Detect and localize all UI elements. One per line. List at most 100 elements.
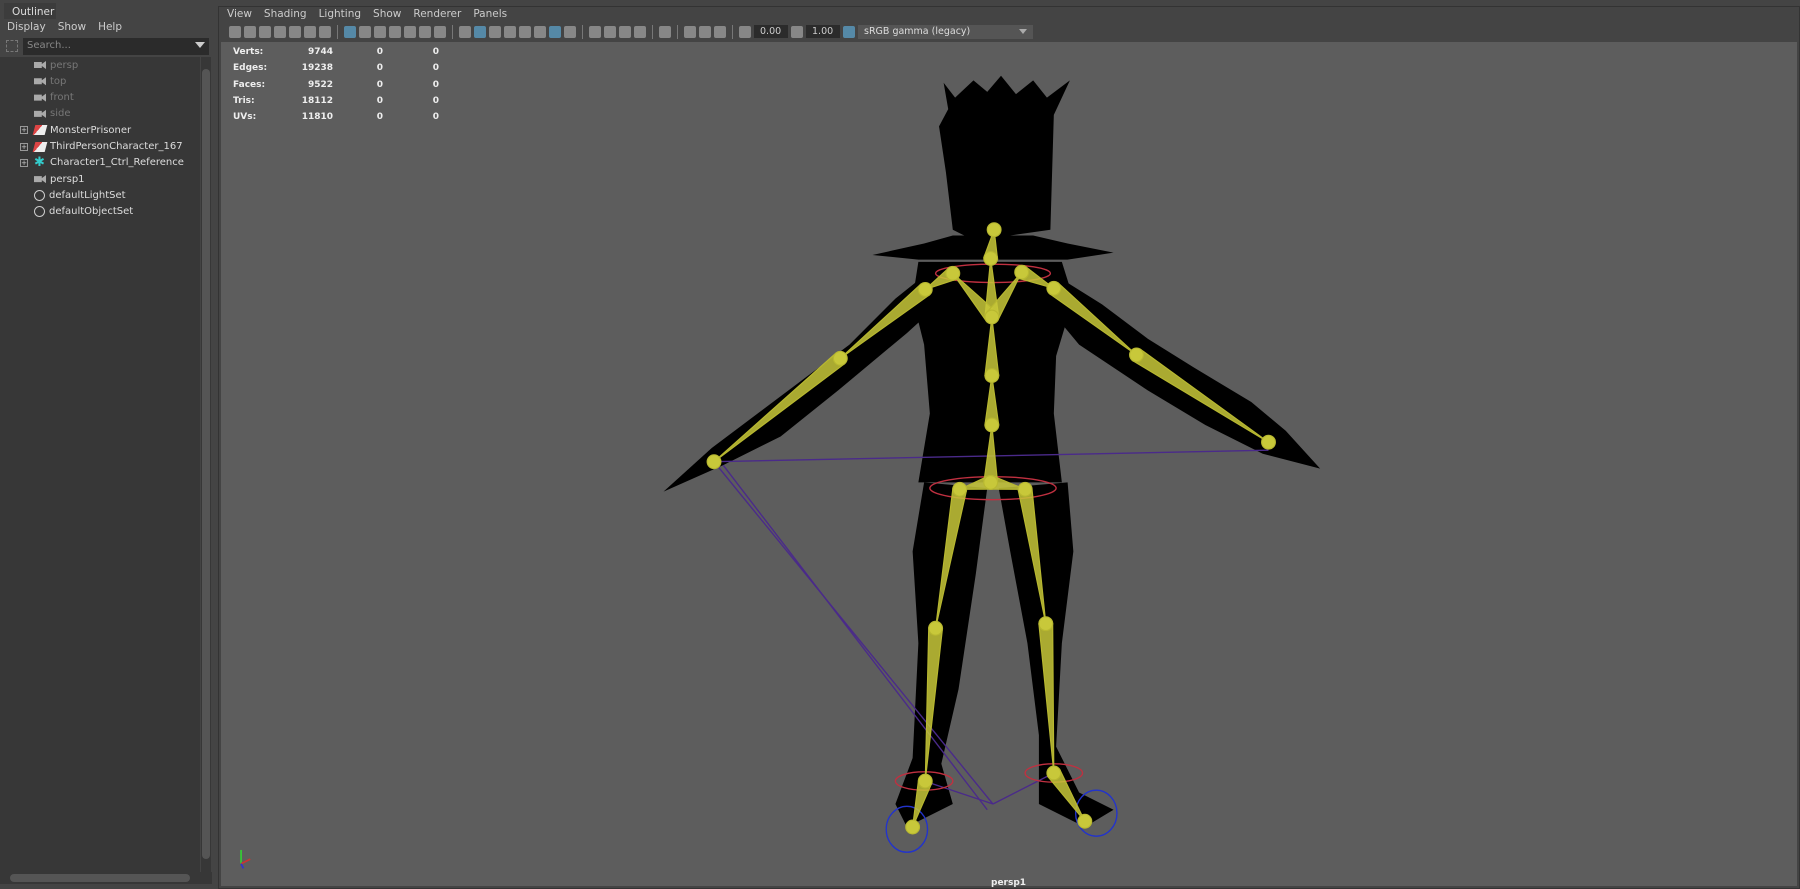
camera-icon [34, 61, 46, 69]
color-management-icon[interactable] [843, 25, 855, 38]
outliner-item[interactable]: defaultObjectSet [20, 204, 133, 220]
gamma-input[interactable]: 1.00 [806, 25, 840, 38]
outliner-item[interactable]: front [20, 90, 74, 106]
filter-icon[interactable] [6, 40, 18, 52]
hud-row: Faces: 9522 0 0 [233, 77, 439, 93]
hud-value: 0 [432, 96, 439, 107]
image-plane-icon[interactable] [289, 25, 301, 38]
color-space-dropdown[interactable]: sRGB gamma (legacy) [858, 24, 1033, 39]
outliner-item[interactable]: + ThirdPersonCharacter_167 [20, 139, 183, 155]
outliner-item[interactable]: top [20, 73, 66, 89]
anti-alias-icon[interactable] [619, 25, 631, 38]
safe-action-icon[interactable] [419, 25, 431, 38]
camera-attr-icon[interactable] [259, 25, 271, 38]
camera-name: persp1 [991, 878, 1027, 888]
outliner-item-label: MonsterPrisoner [50, 124, 132, 136]
menu-show[interactable]: Show [373, 8, 401, 21]
3d-viewport[interactable]: Verts: 9744 0 0 Edges: 19238 0 0 Faces: 9522 0 0 Tri… [221, 42, 1797, 888]
menu-help[interactable]: Help [98, 21, 122, 35]
search-placeholder: Search... [27, 40, 71, 51]
hud-label: Edges: [233, 63, 268, 74]
wireframe-on-shaded-icon[interactable] [519, 25, 531, 38]
menu-show[interactable]: Show [58, 21, 86, 35]
outliner-item[interactable]: defaultLightSet [20, 187, 126, 203]
exposure-input[interactable]: 0.00 [754, 25, 788, 38]
menu-renderer[interactable]: Renderer [413, 8, 461, 21]
default-material-icon[interactable] [489, 25, 501, 38]
grease-pencil-icon[interactable] [319, 25, 331, 38]
search-dropdown-icon[interactable] [195, 42, 205, 48]
xray-active-icon[interactable] [699, 25, 711, 38]
isolate-select-icon[interactable] [659, 25, 671, 38]
outliner-item[interactable]: + ✱ Character1_Ctrl_Reference [20, 155, 184, 171]
outliner-list: persp top front side + MonsterPrisoner + ThirdP… [0, 57, 200, 872]
hik-reference-icon: ✱ [34, 154, 45, 170]
grid-icon[interactable] [344, 25, 356, 38]
expand-icon[interactable]: + [20, 142, 28, 151]
poly-count-hud: Verts: 9744 0 0 Edges: 19238 0 0 Faces: 9522 0 0 Tri… [233, 44, 439, 125]
toolbar-separator [337, 24, 338, 39]
outliner-item-label: Character1_Ctrl_Reference [50, 157, 184, 169]
xray-joints-icon[interactable] [684, 25, 696, 38]
search-input[interactable]: Search... [23, 38, 209, 55]
camera-icon [34, 175, 46, 184]
textured-icon[interactable] [534, 25, 546, 38]
depth-of-field-icon[interactable] [634, 25, 646, 38]
menu-panels[interactable]: Panels [473, 8, 507, 21]
expand-icon[interactable]: + [20, 158, 28, 167]
hud-label: Faces: [233, 79, 266, 90]
shadows-icon[interactable] [564, 25, 576, 38]
camera-icon[interactable] [229, 25, 241, 38]
exposure-icon[interactable] [739, 25, 751, 38]
hud-toggle-icon[interactable] [714, 25, 726, 38]
xray-icon[interactable] [504, 25, 516, 38]
hud-value: 0 [432, 79, 439, 90]
toolbar-separator [452, 24, 453, 39]
2d-pan-icon[interactable] [304, 25, 316, 38]
outliner-item-label: defaultObjectSet [49, 206, 134, 218]
hud-label: UVs: [233, 112, 257, 123]
menu-lighting[interactable]: Lighting [319, 8, 361, 21]
motion-blur-icon[interactable] [604, 25, 616, 38]
outliner-menubar: Display Show Help [0, 19, 212, 37]
outliner-item[interactable]: persp [20, 57, 78, 73]
gamma-icon[interactable] [791, 25, 803, 38]
menu-display[interactable]: Display [7, 21, 46, 35]
hud-label: Tris: [233, 96, 255, 107]
lock-camera-icon[interactable] [244, 25, 256, 38]
gate-mask-icon[interactable] [389, 25, 401, 38]
outliner-item-label: persp [50, 59, 79, 71]
hud-row: Tris: 18112 0 0 [233, 93, 439, 109]
viewport-panel: View Shading Lighting Show Renderer Pane… [218, 6, 1800, 889]
film-gate-icon[interactable] [359, 25, 371, 38]
horizontal-scrollbar[interactable] [0, 872, 212, 884]
menu-view[interactable]: View [227, 8, 252, 21]
hud-label: Verts: [233, 47, 264, 58]
hud-value: 9522 [307, 79, 333, 90]
set-icon [34, 206, 45, 218]
hud-value: 0 [376, 63, 383, 74]
mesh-transform-icon [32, 141, 48, 152]
use-lights-icon[interactable] [549, 25, 561, 38]
vertical-scrollbar[interactable] [201, 57, 211, 872]
hud-row: UVs: 11810 0 0 [233, 109, 439, 125]
expand-icon[interactable]: + [20, 126, 28, 135]
hud-value: 0 [376, 47, 383, 58]
outliner-item-label: top [50, 75, 67, 87]
outliner-item[interactable]: + MonsterPrisoner [20, 122, 131, 138]
hud-value: 11810 [301, 112, 333, 123]
resolution-gate-icon[interactable] [374, 25, 386, 38]
menu-shading[interactable]: Shading [264, 8, 307, 21]
safe-title-icon[interactable] [434, 25, 446, 38]
ambient-occlusion-icon[interactable] [589, 25, 601, 38]
toolbar-separator [677, 24, 678, 39]
bookmark-icon[interactable] [274, 25, 286, 38]
set-icon [34, 189, 45, 201]
mesh-transform-icon [32, 125, 48, 136]
wireframe-icon[interactable] [459, 25, 471, 38]
outliner-item-label: front [50, 92, 74, 104]
smooth-shade-icon[interactable] [474, 25, 486, 38]
outliner-item[interactable]: persp1 [20, 171, 85, 187]
outliner-item[interactable]: side [20, 106, 71, 122]
field-chart-icon[interactable] [404, 25, 416, 38]
